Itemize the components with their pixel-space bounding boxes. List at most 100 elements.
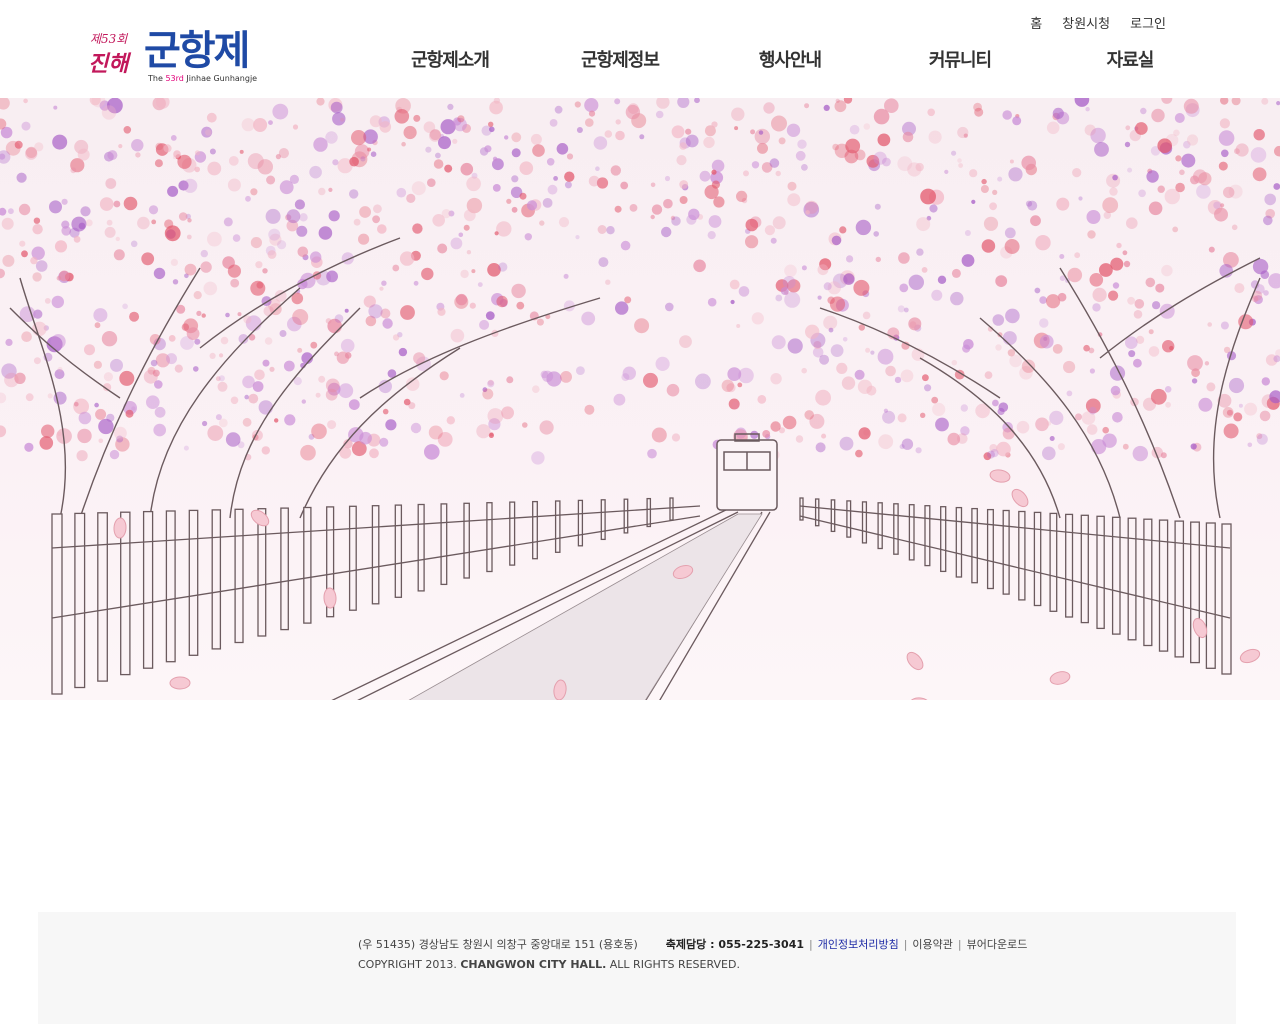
- blossom-dot: [24, 442, 34, 452]
- blossom-dot: [915, 447, 922, 454]
- blossom-dot: [170, 135, 177, 141]
- blossom-dot: [349, 189, 359, 199]
- util-home-link[interactable]: 홈: [1030, 13, 1042, 32]
- nav-item-archive[interactable]: 자료실: [1060, 46, 1200, 72]
- blossom-dot: [1039, 334, 1054, 349]
- blossom-dot: [921, 267, 928, 273]
- blossom-dot: [576, 127, 583, 133]
- festival-logo[interactable]: 제53회 진해 군항제 The 53rd Jinhae Gunhangje: [84, 18, 264, 88]
- blossom-dot: [1122, 250, 1128, 256]
- blossom-dot: [50, 334, 66, 349]
- hero-illustration: [0, 98, 1280, 700]
- blossom-dot: [489, 100, 503, 115]
- blossom-dot: [382, 408, 389, 415]
- blossom-dot: [264, 337, 273, 345]
- blossom-dot: [394, 109, 410, 124]
- logo-city: 진해: [88, 51, 129, 77]
- blossom-dot: [193, 366, 199, 372]
- blossom-dot: [524, 233, 532, 241]
- blossom-dot: [787, 193, 801, 207]
- blossom-dot: [77, 148, 90, 161]
- blossom-dot: [613, 393, 626, 406]
- blossom-dot: [255, 261, 263, 269]
- blossom-dot: [757, 395, 767, 404]
- blossom-dot: [647, 448, 657, 459]
- blossom-dot: [61, 220, 70, 229]
- blossom-dot: [1059, 254, 1065, 259]
- blossom-dot: [992, 399, 999, 407]
- blossom-dot: [1009, 159, 1014, 164]
- nav-item-intro[interactable]: 군항제소개: [380, 46, 520, 72]
- fence-post: [971, 507, 978, 584]
- privacy-policy-link[interactable]: 개인정보처리방침: [818, 938, 899, 951]
- util-cityhall-link[interactable]: 창원시청: [1062, 13, 1110, 32]
- footer-contact: 축제담당 : 055-225-3041: [665, 938, 805, 951]
- blossom-dot: [1261, 377, 1271, 386]
- blossom-dot: [615, 130, 625, 141]
- blossom-dot: [1159, 303, 1175, 319]
- blossom-dot: [899, 444, 905, 450]
- blossom-dot: [980, 185, 989, 193]
- blossom-dot: [870, 350, 875, 355]
- blossom-dot: [1161, 98, 1173, 104]
- blossom-dot: [1146, 170, 1159, 183]
- blossom-dot: [141, 252, 155, 266]
- blossom-dot: [763, 102, 775, 114]
- blossom-dot: [0, 268, 5, 279]
- blossom-dot: [764, 225, 776, 236]
- blossom-dot: [153, 267, 166, 280]
- blossom-dot: [827, 296, 835, 304]
- blossom-dot: [209, 148, 216, 155]
- blossom-dot: [450, 237, 463, 250]
- terms-link[interactable]: 이용약관: [912, 938, 952, 951]
- blossom-dot: [410, 422, 422, 434]
- blossom-dot: [882, 410, 896, 424]
- blossom-dot: [651, 204, 663, 215]
- blossom-dot: [1157, 138, 1172, 153]
- blossom-dot: [1221, 149, 1229, 158]
- header: 제53회 진해 군항제 The 53rd Jinhae Gunhangje 홈 …: [0, 0, 1280, 100]
- nav-item-info[interactable]: 군항제정보: [550, 46, 690, 72]
- fence-post: [861, 501, 868, 544]
- nav-item-events[interactable]: 행사안내: [720, 46, 860, 72]
- blossom-dot: [268, 228, 281, 241]
- nav-item-community[interactable]: 커뮤니티: [890, 46, 1030, 72]
- blossom-dot: [155, 142, 163, 151]
- blossom-dot: [620, 181, 629, 190]
- blossom-dot: [1231, 98, 1241, 106]
- blossom-dot: [1049, 410, 1064, 425]
- util-login-link[interactable]: 로그인: [1130, 13, 1166, 32]
- fence-post: [1096, 515, 1105, 630]
- train: [716, 433, 778, 511]
- blossom-dot: [196, 310, 202, 316]
- blossom-dot: [846, 255, 854, 263]
- blossom-dot: [1002, 427, 1015, 440]
- blossom-dot: [348, 399, 360, 410]
- blossom-dot: [148, 205, 159, 215]
- blossom-dot: [113, 200, 121, 208]
- blossom-dot: [457, 115, 465, 123]
- blossom-dot: [153, 423, 166, 437]
- blossom-dot: [1191, 378, 1198, 384]
- blossom-dot: [506, 376, 514, 384]
- blossom-dot: [1206, 382, 1216, 392]
- blossom-dot: [699, 170, 711, 182]
- blossom-dot: [858, 324, 865, 331]
- blossom-dot: [736, 190, 748, 202]
- fence-post: [486, 502, 493, 573]
- blossom-dot: [1198, 397, 1213, 412]
- blossom-dot: [584, 404, 595, 415]
- blossom-dot: [104, 226, 116, 238]
- blossom-dot: [1102, 433, 1117, 448]
- blossom-dot: [101, 105, 117, 120]
- blossom-dot: [1231, 224, 1238, 231]
- blossom-dot: [296, 225, 308, 237]
- blossom-dot: [32, 224, 43, 235]
- blossom-dot: [908, 317, 922, 331]
- fence-post: [1033, 511, 1042, 607]
- blossom-dot: [432, 214, 446, 227]
- petal: [909, 697, 931, 700]
- blossom-dot: [460, 162, 474, 176]
- blossom-dot: [227, 264, 241, 278]
- viewer-download-link[interactable]: 뷰어다운로드: [967, 938, 1028, 951]
